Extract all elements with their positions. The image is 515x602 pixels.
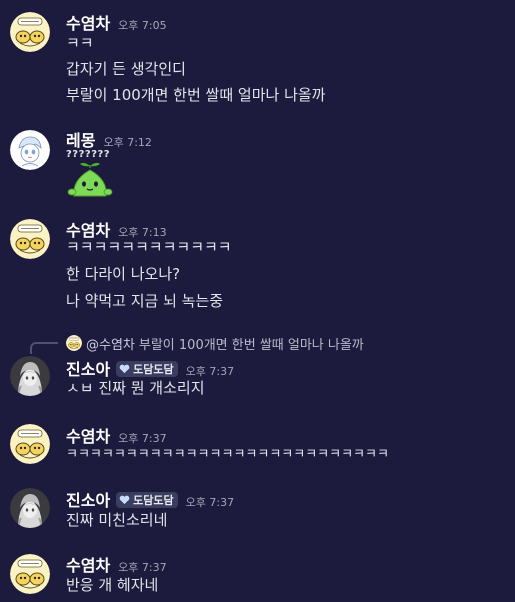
avatar[interactable] xyxy=(10,219,50,259)
reply-connector xyxy=(30,342,58,354)
reply-avatar xyxy=(66,335,82,351)
heart-icon xyxy=(119,495,130,505)
username[interactable]: 수염차 xyxy=(66,10,110,34)
message-text: 갑자기 든 생각인디 xyxy=(66,60,186,78)
message-header: 진소아 도담도담 오후 7:37 xyxy=(66,487,235,511)
heart-icon xyxy=(119,364,130,374)
timestamp: 오후 7:37 xyxy=(185,496,235,509)
message-text: ㅅㅂ 진짜 뭔 개소리지 xyxy=(66,379,205,397)
reply-mention[interactable]: @수염차 xyxy=(86,334,135,353)
message-text: ㅋㅋㅋㅋㅋㅋㅋㅋㅋㅋㅋㅋㅋㅋㅋㅋㅋㅋㅋㅋㅋㅋㅋㅋㅋㅋㅋ xyxy=(66,447,389,462)
message-text: 진짜 미친소리네 xyxy=(66,511,168,529)
avatar[interactable] xyxy=(10,424,50,464)
timestamp: 오후 7:12 xyxy=(103,136,152,149)
username[interactable]: 진소아 xyxy=(66,487,110,511)
message-header: 수염차 오후 7:05 xyxy=(66,10,167,34)
badge-label: 도담도담 xyxy=(133,494,174,507)
yellow-cartoon-avatar-icon xyxy=(10,554,50,594)
timestamp: 오후 7:05 xyxy=(118,19,167,32)
message-header: 수염차 오후 7:37 xyxy=(66,423,167,446)
yellow-cartoon-avatar-icon xyxy=(66,335,82,351)
timestamp: 오후 7:37 xyxy=(118,561,167,574)
message-header: 수염차 오후 7:37 xyxy=(66,552,167,576)
chat-log: 수염차 오후 7:05 ㅋㅋ 갑자기 든 생각인디 부랄이 100개면 한번 쌀… xyxy=(0,0,515,602)
yellow-cartoon-avatar-icon xyxy=(10,424,50,464)
yellow-cartoon-avatar-icon xyxy=(10,12,50,52)
message-header: 진소아 도담도담 오후 7:37 xyxy=(66,356,234,379)
username[interactable]: 수염차 xyxy=(66,552,110,576)
reply-preview[interactable]: @수염차 부랄이 100개면 한번 쌀때 얼마나 나올까 xyxy=(66,334,364,353)
role-badge[interactable]: 도담도담 xyxy=(116,361,178,377)
message-text: 나 약먹고 지금 뇌 녹는중 xyxy=(66,292,224,310)
avatar[interactable] xyxy=(10,12,50,52)
sketched-character-avatar-icon xyxy=(10,130,50,170)
message-text: 부랄이 100개면 한번 쌀때 얼마나 나올까 xyxy=(66,86,326,104)
role-badge[interactable]: 도담도담 xyxy=(116,492,178,508)
grayscale-anime-avatar-icon xyxy=(10,488,50,528)
avatar[interactable] xyxy=(10,554,50,594)
message-text: 반응 개 헤자네 xyxy=(66,576,159,594)
avatar[interactable] xyxy=(10,130,50,170)
message-text: 한 다라이 나오나? xyxy=(66,265,181,283)
reply-text: 부랄이 100개면 한번 쌀때 얼마나 나올까 xyxy=(138,337,364,353)
avatar[interactable] xyxy=(10,356,50,396)
message-text: ㅋㅋㅋㅋㅋㅋㅋㅋㅋㅋㅋㅋ xyxy=(66,238,232,256)
yellow-cartoon-avatar-icon xyxy=(10,219,50,259)
avatar[interactable] xyxy=(10,488,50,528)
badge-label: 도담도담 xyxy=(133,363,174,376)
grayscale-anime-avatar-icon xyxy=(10,356,50,396)
message-text: ㅋㅋ xyxy=(66,34,94,52)
green-sprout-creature-sticker-icon[interactable] xyxy=(66,160,114,200)
